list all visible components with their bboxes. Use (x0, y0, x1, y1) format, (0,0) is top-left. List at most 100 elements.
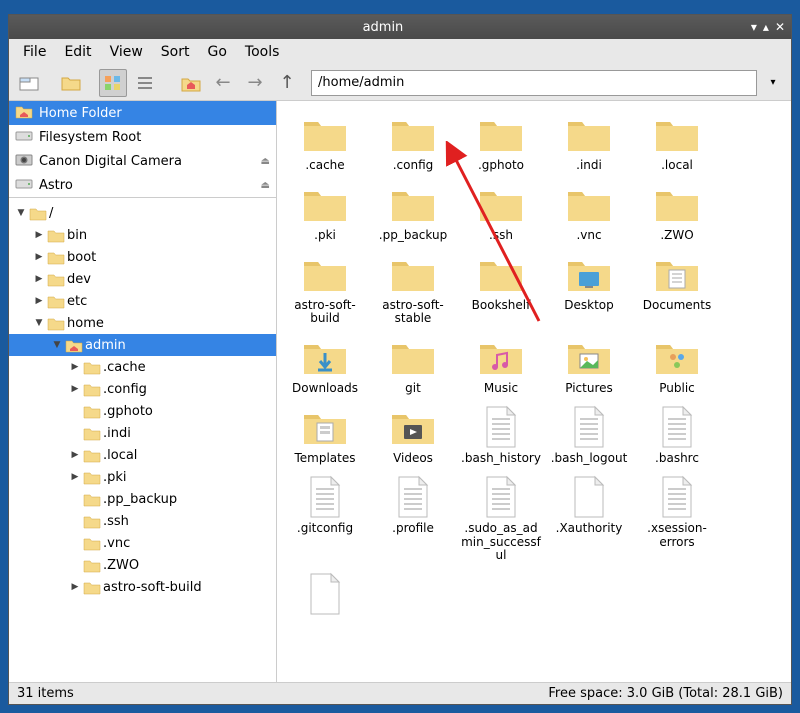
eject-icon[interactable]: ⏏ (261, 156, 270, 167)
place-canon-digital-camera[interactable]: Canon Digital Camera⏏ (9, 149, 276, 173)
place-home-folder[interactable]: Home Folder (9, 101, 276, 125)
file-icon (561, 474, 617, 520)
tree-node-[interactable]: ▼/ (9, 202, 276, 224)
tree-node-dev[interactable]: ▶dev (9, 268, 276, 290)
minimize-button[interactable]: ▾ (751, 20, 757, 34)
item-unnamed[interactable] (281, 571, 369, 619)
item-Public[interactable]: Public (633, 334, 721, 396)
expand-arrow-icon[interactable]: ▶ (69, 450, 81, 460)
expand-arrow-icon[interactable]: ▶ (33, 274, 45, 284)
expand-arrow-icon[interactable]: ▶ (69, 384, 81, 394)
menu-view[interactable]: View (102, 42, 151, 62)
item-pp_backup[interactable]: .pp_backup (369, 181, 457, 243)
tree-label: .cache (103, 360, 146, 375)
back-button[interactable]: ← (209, 69, 237, 97)
expand-arrow-icon[interactable]: ▶ (69, 472, 81, 482)
tree-node-pp_backup[interactable]: .pp_backup (9, 488, 276, 510)
tree-node-pki[interactable]: ▶.pki (9, 466, 276, 488)
folder-icon (297, 111, 353, 157)
tree-node-local[interactable]: ▶.local (9, 444, 276, 466)
close-button[interactable]: ✕ (775, 20, 785, 34)
file-view[interactable]: .cache.config.gphoto.indi.local .pki.pp_b… (277, 101, 791, 682)
item-sudo_as_admin_successful[interactable]: .sudo_as_admin_successful (457, 474, 545, 563)
path-history-button[interactable]: ▾ (761, 70, 785, 96)
place-filesystem-root[interactable]: Filesystem Root (9, 125, 276, 149)
tree-node-vnc[interactable]: .vnc (9, 532, 276, 554)
tree-node-boot[interactable]: ▶boot (9, 246, 276, 268)
expand-arrow-icon[interactable]: ▼ (51, 340, 63, 350)
menu-sort[interactable]: Sort (153, 42, 198, 62)
tree-node-home[interactable]: ▼home (9, 312, 276, 334)
expand-arrow-icon[interactable]: ▶ (69, 362, 81, 372)
item-Bookshelf[interactable]: Bookshelf (457, 251, 545, 327)
free-space: Free space: 3.0 GiB (Total: 28.1 GiB) (548, 686, 783, 701)
up-button[interactable]: ↑ (273, 69, 301, 97)
maximize-button[interactable]: ▴ (763, 20, 769, 34)
item-ZWO[interactable]: .ZWO (633, 181, 721, 243)
menu-tools[interactable]: Tools (237, 42, 288, 62)
item-gitconfig[interactable]: .gitconfig (281, 474, 369, 563)
tree-node-gphoto[interactable]: .gphoto (9, 400, 276, 422)
item-Downloads[interactable]: Downloads (281, 334, 369, 396)
item-Desktop[interactable]: Desktop (545, 251, 633, 327)
tree-node-indi[interactable]: .indi (9, 422, 276, 444)
item-local[interactable]: .local (633, 111, 721, 173)
item-Xauthority[interactable]: .Xauthority (545, 474, 633, 563)
tree-node-bin[interactable]: ▶bin (9, 224, 276, 246)
item-xsessionerrors[interactable]: .xsession-errors (633, 474, 721, 563)
new-tab-button[interactable] (15, 69, 43, 97)
grid-icon (104, 75, 122, 91)
item-gphoto[interactable]: .gphoto (457, 111, 545, 173)
expand-arrow-icon[interactable]: ▶ (69, 582, 81, 592)
eject-icon[interactable]: ⏏ (261, 180, 270, 191)
expand-arrow-icon[interactable]: ▶ (33, 252, 45, 262)
item-bash_history[interactable]: .bash_history (457, 404, 545, 466)
path-input[interactable]: /home/admin (311, 70, 757, 96)
tree-node-etc[interactable]: ▶etc (9, 290, 276, 312)
item-config[interactable]: .config (369, 111, 457, 173)
item-label: Templates (294, 452, 355, 466)
item-vnc[interactable]: .vnc (545, 181, 633, 243)
expand-arrow-icon[interactable]: ▼ (15, 208, 27, 218)
item-Documents[interactable]: Documents (633, 251, 721, 327)
list-view-button[interactable] (131, 69, 159, 97)
expand-arrow-icon[interactable]: ▶ (33, 296, 45, 306)
item-profile[interactable]: .profile (369, 474, 457, 563)
directory-tree: ▼/▶bin▶boot▶dev▶etc▼home▼admin ▶ .cache ▶ .c… (9, 198, 276, 682)
item-label: .gitconfig (297, 522, 353, 536)
item-Music[interactable]: Music (457, 334, 545, 396)
item-astrosoftbuild[interactable]: astro-soft-build (281, 251, 369, 327)
icon-view-button[interactable] (99, 69, 127, 97)
item-Pictures[interactable]: Pictures (545, 334, 633, 396)
item-Videos[interactable]: Videos (369, 404, 457, 466)
expand-arrow-icon[interactable]: ▼ (33, 318, 45, 328)
menu-edit[interactable]: Edit (56, 42, 99, 62)
item-pki[interactable]: .pki (281, 181, 369, 243)
titlebar[interactable]: admin ▾ ▴ ✕ (9, 15, 791, 39)
tree-node-cache[interactable]: ▶ .cache (9, 356, 276, 378)
forward-button[interactable]: → (241, 69, 269, 97)
expand-arrow-icon[interactable]: ▶ (33, 230, 45, 240)
item-Templates[interactable]: Templates (281, 404, 369, 466)
menu-file[interactable]: File (15, 42, 54, 62)
tree-node-ZWO[interactable]: .ZWO (9, 554, 276, 576)
tree-node-ssh[interactable]: .ssh (9, 510, 276, 532)
item-cache[interactable]: .cache (281, 111, 369, 173)
item-indi[interactable]: .indi (545, 111, 633, 173)
tree-node-admin[interactable]: ▼admin (9, 334, 276, 356)
tree-label: .vnc (103, 536, 130, 551)
folder-icon (649, 111, 705, 157)
tree-node-config[interactable]: ▶ .config (9, 378, 276, 400)
item-ssh[interactable]: .ssh (457, 181, 545, 243)
file-icon (473, 404, 529, 450)
item-bash_logout[interactable]: .bash_logout (545, 404, 633, 466)
item-bashrc[interactable]: .bashrc (633, 404, 721, 466)
place-astro[interactable]: Astro⏏ (9, 173, 276, 197)
new-folder-button[interactable] (57, 69, 85, 97)
home-button[interactable] (177, 69, 205, 97)
item-astrosoftstable[interactable]: astro-soft-stable (369, 251, 457, 327)
item-git[interactable]: git (369, 334, 457, 396)
tree-label: .config (103, 382, 147, 397)
menu-go[interactable]: Go (200, 42, 235, 62)
tree-node-astrosoftbuild[interactable]: ▶astro-soft-build (9, 576, 276, 598)
